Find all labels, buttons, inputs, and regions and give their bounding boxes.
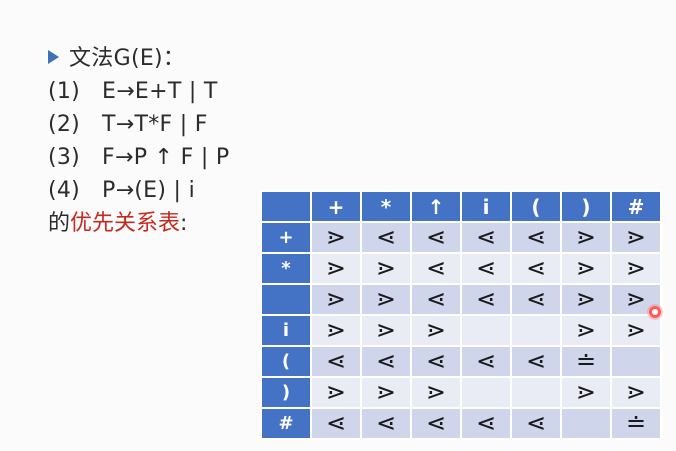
column-header: ) [560,190,612,223]
relation-cell: ≐ [560,345,612,378]
row-header [260,283,312,316]
column-header: ↑ [410,190,462,223]
relation-cell: ⋖ [410,283,462,316]
grammar-title: 文法G(E)： [69,46,186,71]
row-header: i [260,314,312,347]
relation-cell [510,314,562,347]
relation-cell: ⋖ [410,221,462,254]
rule-text: T→T*F | F [102,112,208,137]
relation-cell: ⋖ [460,407,512,440]
relation-cell: ⋗ [560,221,612,254]
relation-cell: ⋖ [460,252,512,285]
table-corner-cell [260,190,312,223]
relation-cell: ⋗ [560,314,612,347]
row-header: * [260,252,312,285]
column-header: i [460,190,512,223]
rule-number: (3) [48,145,81,170]
table-row: i ⋗ ⋗ ⋗ ⋗ ⋗ [260,314,662,347]
relation-cell: ⋗ [360,376,412,409]
table-caption: 的优先关系表: [48,207,229,240]
relation-cell: ≐ [610,407,662,440]
rule-text: F→P ↑ F | P [102,145,230,170]
relation-cell: ⋗ [310,252,362,285]
caption-highlight: 优先关系表 [70,211,181,236]
rule-text: P→(E) | i [102,178,195,203]
relation-cell: ⋗ [360,283,412,316]
relation-cell: ⋗ [560,376,612,409]
relation-cell: ⋗ [610,252,662,285]
table-row: ( ⋖ ⋖ ⋖ ⋖ ⋖ ≐ [260,345,662,378]
precedence-table: + * ↑ i ( ) # + ⋗ ⋖ ⋖ ⋖ ⋖ ⋗ ⋗ * ⋗ ⋗ ⋖ ⋖ … [260,190,662,440]
relation-cell: ⋖ [360,407,412,440]
relation-cell: ⋖ [510,407,562,440]
relation-cell: ⋗ [310,221,362,254]
grammar-title-line: 文法G(E)： [48,42,229,75]
row-header: + [260,221,312,254]
row-header: ) [260,376,312,409]
relation-cell: ⋗ [610,376,662,409]
relation-cell: ⋗ [360,314,412,347]
relation-cell [560,407,612,440]
rule-number: (1) [48,79,81,104]
table-header-row: + * ↑ i ( ) # [260,190,662,223]
column-header: * [360,190,412,223]
grammar-block: 文法G(E)： (1) E→E+T | T (2) T→T*F | F (3) F→P… [48,42,229,240]
relation-cell [610,345,662,378]
relation-cell: ⋗ [410,376,462,409]
relation-cell: ⋖ [460,221,512,254]
grammar-rule: (1) E→E+T | T [48,75,229,108]
relation-cell: ⋖ [360,221,412,254]
rule-number: (4) [48,178,81,203]
table-row: + ⋗ ⋖ ⋖ ⋖ ⋖ ⋗ ⋗ [260,221,662,254]
relation-cell: ⋖ [510,252,562,285]
relation-cell: ⋖ [510,345,562,378]
relation-cell: ⋖ [410,252,462,285]
relation-cell [460,314,512,347]
relation-cell: ⋖ [510,221,562,254]
caption-suffix: : [180,211,188,236]
relation-cell [510,376,562,409]
row-header: ( [260,345,312,378]
relation-cell: ⋗ [610,221,662,254]
table-row: ⋗ ⋗ ⋖ ⋖ ⋖ ⋗ ⋗ [260,283,662,316]
relation-cell: ⋗ [310,283,362,316]
grammar-rule: (4) P→(E) | i [48,174,229,207]
caption-prefix: 的 [48,211,71,236]
relation-cell: ⋖ [410,345,462,378]
grammar-rule: (2) T→T*F | F [48,108,229,141]
column-header: # [610,190,662,223]
relation-cell: ⋗ [310,314,362,347]
relation-cell: ⋗ [310,376,362,409]
relation-cell: ⋖ [410,407,462,440]
rule-text: E→E+T | T [102,79,218,104]
table-row: ) ⋗ ⋗ ⋗ ⋗ ⋗ [260,376,662,409]
relation-cell: ⋗ [560,252,612,285]
rule-number: (2) [48,112,81,137]
relation-cell [460,376,512,409]
table-row: * ⋗ ⋗ ⋖ ⋖ ⋖ ⋗ ⋗ [260,252,662,285]
relation-cell: ⋗ [610,314,662,347]
relation-cell: ⋖ [310,407,362,440]
grammar-rule: (3) F→P ↑ F | P [48,141,229,174]
relation-cell: ⋗ [360,252,412,285]
relation-cell: ⋖ [360,345,412,378]
table-row: # ⋖ ⋖ ⋖ ⋖ ⋖ ≐ [260,407,662,440]
relation-cell: ⋖ [460,283,512,316]
column-header: + [310,190,362,223]
slide: 文法G(E)： (1) E→E+T | T (2) T→T*F | F (3) F→P… [0,0,676,451]
relation-cell: ⋖ [460,345,512,378]
relation-cell: ⋖ [310,345,362,378]
relation-cell: ⋖ [510,283,562,316]
triangle-bullet-icon [48,50,59,64]
relation-cell: ⋗ [560,283,612,316]
relation-cell: ⋗ [410,314,462,347]
column-header: ( [510,190,562,223]
row-header: # [260,407,312,440]
pointer-dot-icon [649,306,661,318]
